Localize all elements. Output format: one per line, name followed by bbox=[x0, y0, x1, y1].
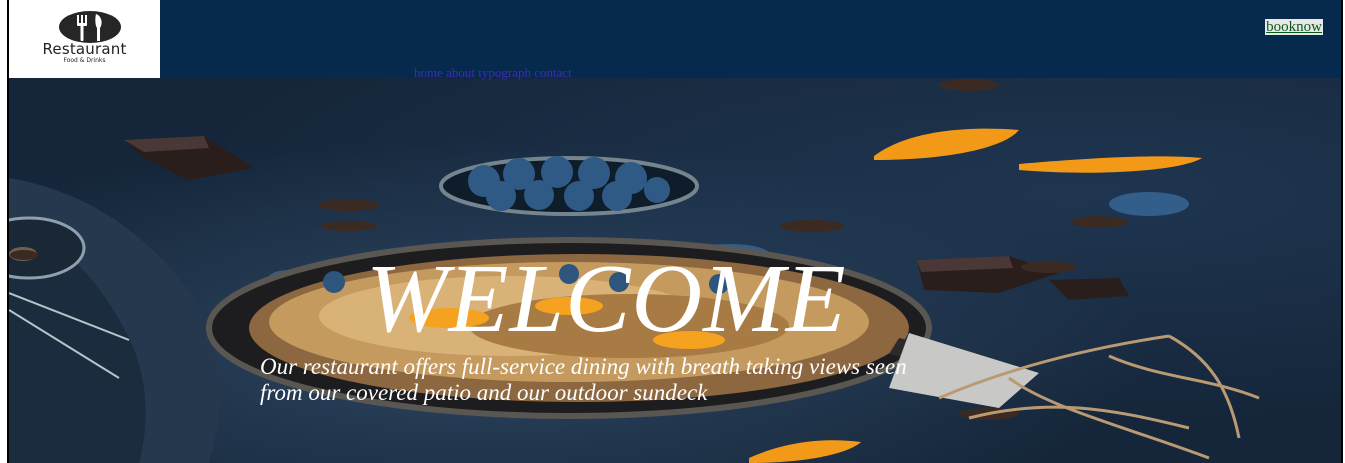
book-now-link[interactable]: booknow bbox=[1265, 19, 1323, 35]
nav-item-contact[interactable]: contact bbox=[534, 65, 572, 80]
fork-knife-plate-icon bbox=[59, 11, 121, 43]
nav-item-home[interactable]: home bbox=[414, 65, 443, 80]
hero-banner: WELCOME Our restaurant offers full-servi… bbox=[9, 78, 1341, 463]
main-nav: home about typograph contact bbox=[414, 66, 572, 80]
hero-description: Our restaurant offers full-service dinin… bbox=[260, 354, 907, 405]
nav-item-about[interactable]: about bbox=[446, 65, 475, 80]
page-frame: Restaurant Food & Drinks booknow home ab… bbox=[7, 0, 1343, 463]
logo[interactable]: Restaurant Food & Drinks bbox=[9, 0, 160, 78]
nav-item-typograph[interactable]: typograph bbox=[478, 65, 531, 80]
hero-title: WELCOME bbox=[366, 245, 847, 353]
logo-name: Restaurant bbox=[42, 40, 127, 58]
site-header: Restaurant Food & Drinks booknow bbox=[9, 0, 1341, 78]
logo-tagline: Food & Drinks bbox=[63, 57, 106, 64]
